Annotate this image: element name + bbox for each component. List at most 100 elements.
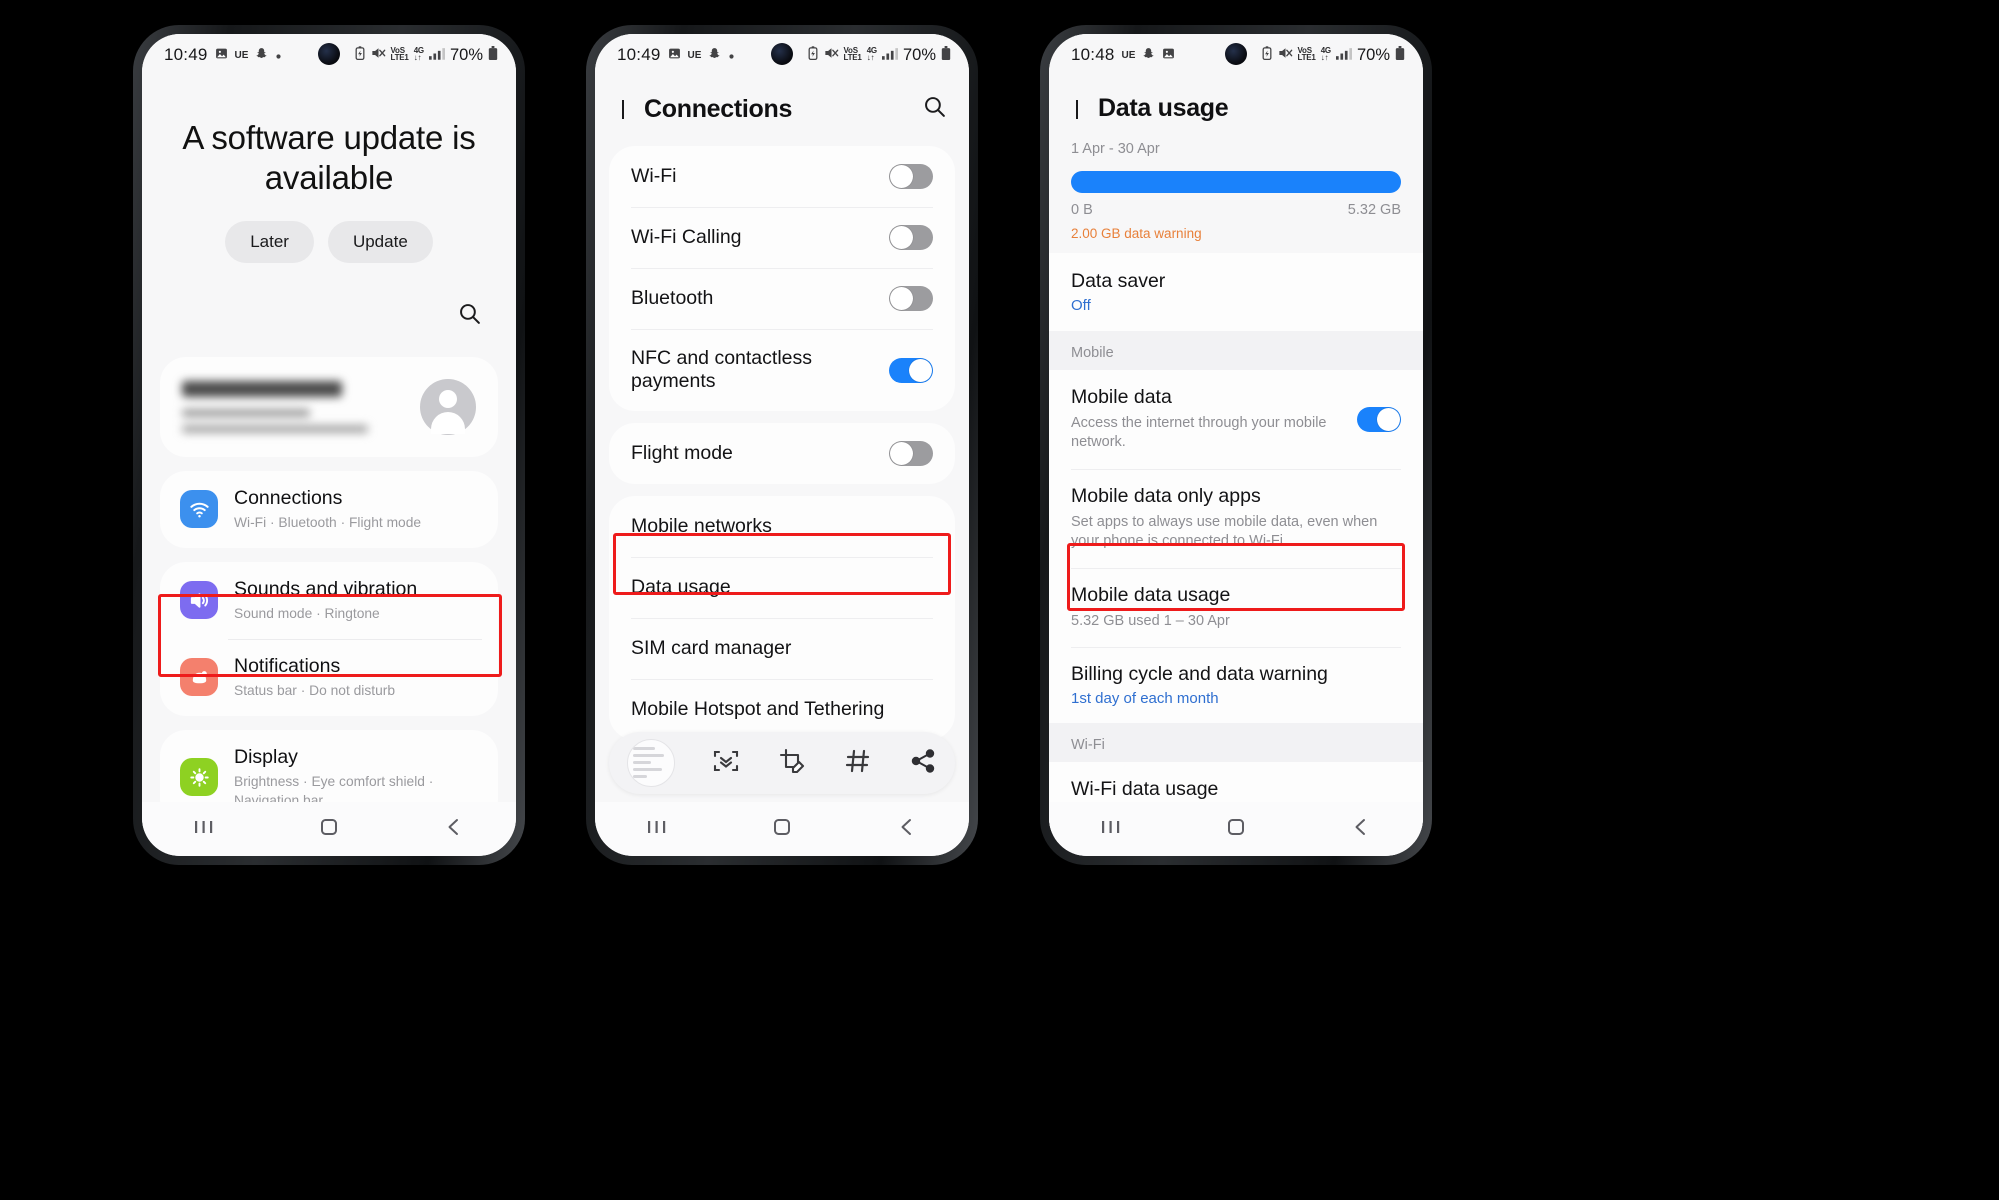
toggle-label: Wi-Fi Calling bbox=[631, 226, 742, 248]
settings-search-row bbox=[142, 263, 516, 331]
nfc-toggle[interactable] bbox=[889, 357, 933, 383]
item-subtitle: Status bar · Do not disturb bbox=[234, 682, 396, 698]
list-item-data-saver[interactable]: Data saver Off bbox=[1049, 253, 1423, 331]
item-value: Off bbox=[1071, 297, 1091, 314]
mobile-data-toggle[interactable] bbox=[1357, 406, 1401, 432]
speaker-icon bbox=[180, 581, 218, 619]
phone-2-screen: 10:49 UE VoS LTE1 4G ↓↑ 70% Connections … bbox=[595, 34, 969, 856]
volte-indicator: VoS LTE1 bbox=[1297, 46, 1316, 62]
image-icon bbox=[215, 46, 228, 65]
home-icon[interactable] bbox=[318, 817, 340, 842]
snapchat-icon bbox=[255, 46, 268, 65]
screenshot-canvas: 10:49 UE VoS LTE1 4G ↓↑ 70% A software u… bbox=[0, 0, 1999, 1200]
ue-badge: UE bbox=[234, 49, 249, 61]
home-icon[interactable] bbox=[771, 817, 793, 842]
snapchat-icon bbox=[708, 46, 721, 65]
back-chevron-icon[interactable] bbox=[1071, 99, 1078, 119]
phone-2-app-bar: Connections bbox=[595, 76, 969, 138]
status-time: 10:48 bbox=[1071, 45, 1115, 64]
mute-icon bbox=[371, 46, 386, 65]
snapchat-icon bbox=[1142, 46, 1155, 65]
back-icon[interactable] bbox=[1350, 817, 1372, 842]
sidebar-item-notifications[interactable]: Notifications Status bar · Do not distur… bbox=[160, 638, 498, 716]
crop-edit-icon[interactable] bbox=[777, 746, 807, 781]
toggle-label: Bluetooth bbox=[631, 287, 714, 309]
camera-punch-hole bbox=[1225, 43, 1247, 65]
toggle-row-flight-mode[interactable]: Flight mode bbox=[609, 423, 955, 484]
toggle-row-nfc[interactable]: NFC and contactless payments bbox=[609, 329, 955, 411]
scroll-capture-icon[interactable] bbox=[711, 746, 741, 781]
data-warning-label: 2.00 GB data warning bbox=[1071, 226, 1202, 241]
recents-icon[interactable] bbox=[193, 817, 215, 842]
home-icon[interactable] bbox=[1225, 817, 1247, 842]
flight-mode-toggle[interactable] bbox=[889, 441, 933, 466]
toggle-label: Wi-Fi bbox=[631, 165, 677, 187]
phone-3-nav-bar bbox=[1049, 802, 1423, 856]
later-button[interactable]: Later bbox=[225, 220, 314, 263]
avatar bbox=[420, 378, 476, 435]
phone-1-nav-bar bbox=[142, 802, 516, 856]
link-label: Data usage bbox=[631, 576, 731, 598]
phone-1-screen: 10:49 UE VoS LTE1 4G ↓↑ 70% A software u… bbox=[142, 34, 516, 856]
list-item-mobile-data-only-apps[interactable]: Mobile data only apps Set apps to always… bbox=[1049, 468, 1423, 568]
toggle-row-wifi[interactable]: Wi-Fi bbox=[609, 146, 955, 207]
bluetooth-toggle[interactable] bbox=[889, 286, 933, 311]
phone-3-status-bar: 10:48 UE VoS LTE1 4G ↓↑ 70% bbox=[1049, 34, 1423, 76]
list-item-data-usage[interactable]: Data usage bbox=[609, 557, 955, 618]
connections-toggle-group: Wi-Fi Wi-Fi Calling Bluetooth NFC and co… bbox=[609, 146, 955, 411]
section-header-wifi: Wi-Fi bbox=[1049, 723, 1423, 763]
notification-icon bbox=[180, 658, 218, 696]
update-button[interactable]: Update bbox=[327, 220, 433, 263]
image-icon bbox=[668, 46, 681, 65]
back-icon[interactable] bbox=[896, 817, 918, 842]
phone-3-frame: 10:48 UE VoS LTE1 4G ↓↑ 70% Data usage 1… bbox=[1040, 25, 1432, 865]
dot-icon bbox=[728, 46, 735, 65]
phone-3-app-bar: Data usage bbox=[1049, 76, 1423, 137]
samsung-account-card[interactable] bbox=[160, 356, 498, 457]
volte-indicator: VoS LTE1 bbox=[390, 46, 409, 62]
battery-saver-icon bbox=[354, 45, 366, 65]
recents-icon[interactable] bbox=[646, 817, 668, 842]
list-item-mobile-data[interactable]: Mobile data Access the internet through … bbox=[1049, 370, 1423, 469]
item-title: Connections bbox=[234, 486, 343, 509]
wifi-toggle[interactable] bbox=[889, 164, 933, 189]
back-icon[interactable] bbox=[443, 817, 465, 842]
list-item-mobile-data-usage[interactable]: Mobile data usage 5.32 GB used 1 – 30 Ap… bbox=[1049, 567, 1423, 648]
search-icon[interactable] bbox=[922, 94, 947, 124]
link-label: Mobile networks bbox=[631, 515, 772, 537]
status-time: 10:49 bbox=[617, 45, 661, 64]
network-type-indicator: 4G ↓↑ bbox=[1320, 46, 1331, 62]
list-item-sim-card-manager[interactable]: SIM card manager bbox=[609, 618, 955, 679]
share-icon[interactable] bbox=[909, 747, 937, 780]
data-usage-summary: 1 Apr - 30 Apr 0 B 5.32 GB 2.00 GB data … bbox=[1049, 137, 1423, 241]
wifi-calling-toggle[interactable] bbox=[889, 225, 933, 250]
item-title: Mobile data bbox=[1071, 386, 1172, 408]
list-item-mobile-hotspot-and-tethering[interactable]: Mobile Hotspot and Tethering bbox=[609, 679, 955, 740]
toggle-label: NFC and contactless payments bbox=[631, 347, 812, 392]
back-chevron-icon[interactable] bbox=[617, 100, 624, 119]
toggle-row-bluetooth[interactable]: Bluetooth bbox=[609, 268, 955, 329]
item-title: Data saver bbox=[1071, 270, 1166, 292]
hashtag-icon[interactable] bbox=[843, 746, 873, 781]
ue-badge: UE bbox=[687, 49, 702, 61]
account-name-blurred bbox=[182, 380, 368, 433]
toggle-row-wifi-calling[interactable]: Wi-Fi Calling bbox=[609, 207, 955, 268]
signal-bars-icon bbox=[881, 46, 898, 65]
item-title: Display bbox=[234, 745, 298, 768]
screenshot-thumbnail[interactable] bbox=[627, 739, 675, 787]
mute-icon bbox=[1278, 46, 1293, 65]
sidebar-item-connections[interactable]: Connections Wi-Fi · Bluetooth · Flight m… bbox=[160, 471, 498, 548]
recents-icon[interactable] bbox=[1100, 817, 1122, 842]
image-icon bbox=[1162, 46, 1175, 65]
usage-date-range: 1 Apr - 30 Apr bbox=[1071, 141, 1160, 157]
network-type-indicator: 4G ↓↑ bbox=[866, 46, 877, 62]
battery-icon bbox=[941, 45, 951, 65]
list-item-billing-cycle[interactable]: Billing cycle and data warning 1st day o… bbox=[1049, 647, 1423, 724]
phone-2-nav-bar bbox=[595, 802, 969, 856]
battery-saver-icon bbox=[807, 45, 819, 65]
settings-group-connections: Connections Wi-Fi · Bluetooth · Flight m… bbox=[160, 470, 498, 548]
search-icon[interactable] bbox=[457, 301, 482, 331]
sidebar-item-sounds-and-vibration[interactable]: Sounds and vibration Sound mode · Ringto… bbox=[160, 562, 498, 639]
item-subtitle: Set apps to always use mobile data, even… bbox=[1071, 513, 1378, 550]
list-item-mobile-networks[interactable]: Mobile networks bbox=[609, 496, 955, 557]
